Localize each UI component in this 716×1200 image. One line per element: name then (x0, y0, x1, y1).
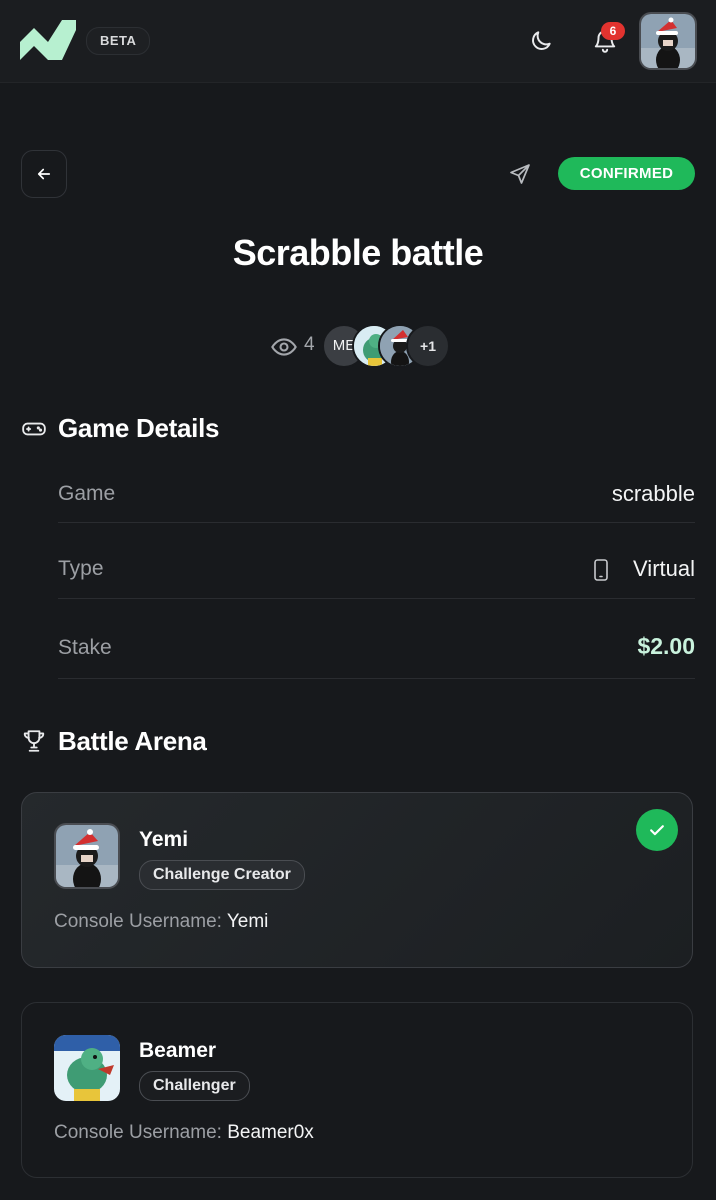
eye-icon (271, 338, 297, 356)
back-button[interactable] (21, 150, 67, 198)
game-details-heading: Game Details (58, 413, 220, 443)
stake-value: $2.00 (637, 633, 695, 659)
gamepad-icon (22, 422, 46, 436)
notification-count-badge: 6 (601, 22, 625, 40)
type-label: Type (58, 557, 104, 580)
back-arrow-icon (37, 168, 51, 180)
page-title: Scrabble battle (232, 232, 484, 273)
console-username-label: Console Username: (54, 1122, 222, 1143)
more-viewers-indicator: +1 (406, 324, 450, 368)
player-avatar (54, 1035, 120, 1101)
beta-badge: BETA (86, 27, 151, 55)
type-value: Virtual (633, 556, 695, 581)
viewer-avatar-stack[interactable]: ME +1 (322, 324, 452, 368)
divider (58, 678, 695, 679)
console-username-label: Console Username: (54, 911, 222, 932)
player-role-badge: Challenge Creator (139, 860, 305, 890)
console-username-row: Console Username: Beamer0x (54, 1122, 314, 1144)
status-badge: CONFIRMED (558, 157, 695, 190)
console-username-value: Yemi (226, 911, 269, 932)
stake-label: Stake (58, 636, 112, 659)
player-card-challenger[interactable]: Beamer Challenger Console Username: Beam… (21, 1002, 693, 1178)
game-label: Game (58, 482, 116, 505)
player-avatar (54, 823, 120, 889)
send-icon[interactable] (508, 162, 532, 186)
logo-icon[interactable] (20, 20, 76, 60)
game-value: scrabble (611, 481, 695, 506)
console-username-value: Beamer0x (227, 1122, 314, 1143)
player-name: Yemi (139, 828, 189, 851)
console-username-row: Console Username: Yemi (54, 911, 268, 933)
player-name: Beamer (139, 1039, 217, 1062)
viewer-count: 4 (304, 334, 315, 355)
divider (58, 598, 695, 599)
user-avatar[interactable] (639, 12, 697, 70)
divider (58, 522, 695, 523)
check-icon (650, 825, 664, 836)
battle-arena-heading: Battle Arena (58, 726, 207, 756)
phone-icon (594, 559, 608, 581)
top-navigation-bar: BETA 6 (0, 0, 716, 83)
player-role-badge: Challenger (139, 1071, 250, 1101)
trophy-icon (23, 730, 45, 752)
player-card-creator[interactable]: Yemi Challenge Creator Console Username:… (21, 792, 693, 968)
confirmed-check-badge (636, 809, 678, 851)
moon-icon[interactable] (528, 28, 554, 54)
